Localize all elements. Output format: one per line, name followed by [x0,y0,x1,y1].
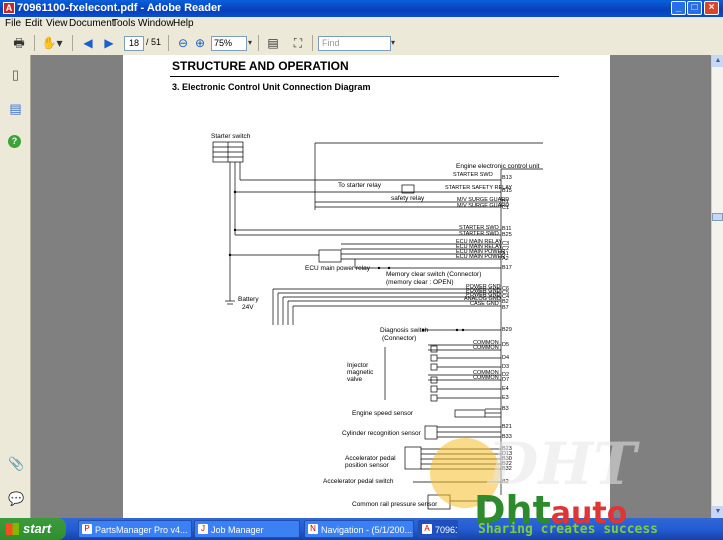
help-icon[interactable]: ? [8,135,21,148]
taskbar-item-pdf[interactable]: A70961... [418,520,458,538]
zoom-out-icon[interactable]: ⊖ [174,35,192,51]
app-icon: P [82,524,92,534]
label-injector: Injector [347,362,369,369]
scroll-down-icon[interactable]: ▼ [712,506,723,518]
hand-tool-icon[interactable]: ✋▾ [40,35,64,51]
menu-file[interactable]: File [5,18,21,29]
pin-label: B3 [502,406,509,412]
windows-logo-icon [6,523,19,535]
next-page-icon[interactable]: ▶ [100,35,118,51]
label-position-sensor: position sensor [345,462,389,469]
menu-edit[interactable]: Edit [25,18,42,29]
pages-icon[interactable]: ▯ [8,67,23,82]
navigation-panel: ▯ ▤ ? 📎 💬 [0,55,31,518]
signal-label: CASE GND [470,301,499,307]
pin-label: B7 [502,305,509,311]
label-ecu: Engine electronic control unit [456,163,540,170]
label-engine-speed-sensor: Engine speed sensor [352,410,414,417]
pin-label: C1 [502,205,510,211]
minimize-button[interactable]: _ [671,1,686,15]
print-icon[interactable]: 🖶 [10,35,28,51]
menu-document[interactable]: Document [69,18,115,29]
bookmarks-icon[interactable]: ▤ [8,101,23,116]
app-icon: N [308,524,318,534]
fit-page-icon[interactable]: ▤ [264,35,282,51]
chevron-down-icon[interactable]: ▾ [245,35,255,51]
pin-label: B2 [502,479,509,485]
label-cylinder-recognition-sensor: Cylinder recognition sensor [342,430,421,437]
menu-view[interactable]: View [46,18,68,29]
signal-label: COMMON [473,375,499,381]
label-safety-relay: safety relay [391,195,425,202]
previous-page-icon[interactable]: ◀ [79,35,97,51]
pin-label: D3 [502,364,510,370]
pin-label: B33 [502,434,512,440]
menu-tools[interactable]: Tools [112,18,135,29]
page-number-input[interactable]: 18 [124,36,144,51]
app-icon: A [422,524,432,534]
pdf-page: STRUCTURE AND OPERATION 3. Electronic Co… [123,55,610,518]
menu-help[interactable]: Help [173,18,194,29]
label-to-starter-relay: To starter relay [338,182,381,189]
scroll-thumb[interactable] [712,213,723,221]
signal-label: ECU MAIN POWER [456,254,506,260]
pin-label: D4 [502,355,510,361]
pin-label: B25 [502,232,512,238]
comments-icon[interactable]: 💬 [8,491,24,506]
pin-label: B15 [502,188,512,194]
pin-label: B17 [502,265,512,271]
find-input[interactable]: Find [318,36,391,51]
label-starter-switch: Starter switch [211,133,251,140]
label-battery-voltage: 24V [242,304,254,311]
label-magnetic: magnetic [347,369,374,376]
pin-label: D5 [502,342,510,348]
start-button[interactable]: start [0,518,66,540]
label-battery: Battery [238,296,259,303]
attachments-icon[interactable]: 📎 [8,456,24,471]
signal-label: STARTER SWO [459,231,499,237]
pin-label: D7 [502,377,510,383]
adobe-reader-icon: A [3,2,15,14]
pin-label: B29 [502,327,512,333]
fit-width-icon[interactable]: ⛶ [289,35,307,51]
window-title: 70961100-fxelecont.pdf - Adobe Reader [17,2,222,14]
taskbar: start P PartsManager Pro v4... J Job Manag… [0,518,723,540]
label-ecu-main-power-relay: ECU main power relay [305,265,371,272]
signal-label: COMMON [473,345,499,351]
label-accelerator-pedal-switch: Accelerator pedal switch [323,478,394,485]
taskbar-item-navigation[interactable]: N Navigation - (5/1/200... [304,520,414,538]
menu-window[interactable]: Window [138,18,174,29]
page-total: / 51 [146,37,162,47]
pin-label: B21 [502,424,512,430]
find-dropdown-icon[interactable]: ▾ [388,35,398,51]
document-viewport[interactable]: STRUCTURE AND OPERATION 3. Electronic Co… [31,55,711,518]
pin-label: A2 [502,256,509,262]
pin-label: E4 [502,386,509,392]
taskbar-item-job-manager[interactable]: J Job Manager [194,520,300,538]
toolbar: 🖶 ✋▾ ◀ ▶ 18 / 51 ⊖ ⊕ 75% ▾ ▤ ⛶ Find ▾ [0,31,723,56]
zoom-select[interactable]: 75% [211,36,247,51]
pin-label: B13 [502,175,512,181]
title-bar: A 70961100-fxelecont.pdf - Adobe Reader … [0,0,723,17]
zoom-in-icon[interactable]: ⊕ [191,35,209,51]
label-diagnosis-switch: Diagnosis switch [380,327,429,334]
label-common-rail-pressure-sensor: Common rail pressure sensor [352,501,438,508]
taskbar-item-partsmanager[interactable]: P PartsManager Pro v4... [78,520,192,538]
vertical-scrollbar[interactable]: ▲ ▼ [711,55,723,518]
menu-bar: File Edit View Document Tools Window Hel… [0,17,723,32]
wiring-diagram [212,141,543,510]
label-memory-clear-open: (memory clear : OPEN) [386,279,454,286]
pin-label: E3 [502,395,509,401]
label-diagnosis-connector: (Connector) [382,335,417,342]
maximize-button[interactable]: □ [687,1,702,15]
app-icon: J [198,524,208,534]
label-memory-clear-switch: Memory clear switch (Connector) [386,271,482,278]
label-valve: valve [347,376,363,383]
pin-label: B32 [502,466,512,472]
label-accelerator-pedal: Accelerator pedal [345,455,396,462]
close-button[interactable]: × [704,1,719,15]
signal-label: STARTER SWO [453,172,493,178]
scroll-up-icon[interactable]: ▲ [712,55,723,67]
